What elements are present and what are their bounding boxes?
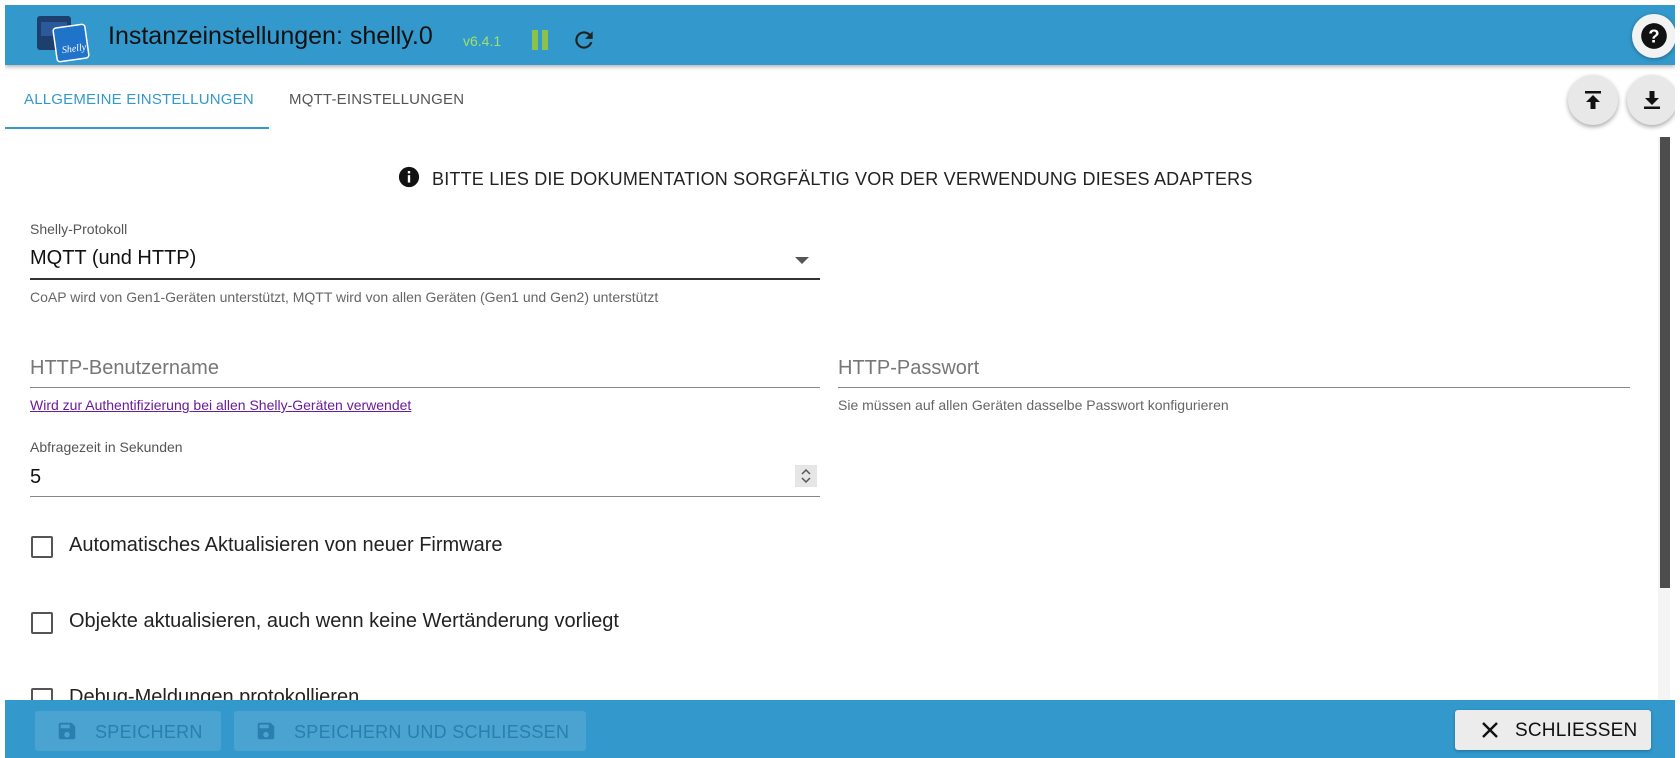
http-username-helper-link[interactable]: Wird zur Authentifizierung bei allen She… bbox=[30, 397, 411, 413]
number-spinner-icon[interactable] bbox=[795, 465, 817, 487]
page-title: Instanzeinstellungen: shelly.0 bbox=[108, 22, 433, 50]
shelly-logo: Shelly bbox=[35, 12, 93, 64]
protocol-helper-text: CoAP wird von Gen1-Geräten unterstützt, … bbox=[30, 289, 659, 305]
upload-icon bbox=[1585, 91, 1601, 109]
protocol-underline bbox=[30, 278, 820, 280]
notice-text: BITTE LIES DIE DOKUMENTATION SORGFÄLTIG … bbox=[432, 169, 1253, 189]
footer-bar: SPEICHERN SPEICHERN UND SCHLIESSEN SCHLI… bbox=[5, 700, 1675, 758]
scrollbar-thumb[interactable] bbox=[1660, 137, 1670, 588]
update-unchanged-label: Objekte aktualisieren, auch wenn keine W… bbox=[69, 610, 619, 632]
settings-form: BITTE LIES DIE DOKUMENTATION SORGFÄLTIG … bbox=[5, 129, 1657, 705]
close-button[interactable]: SCHLIESSEN bbox=[1455, 710, 1651, 750]
svg-text:?: ? bbox=[1648, 25, 1659, 46]
http-password-field[interactable]: HTTP-Passwort bbox=[838, 357, 979, 380]
save-and-close-label: SPEICHERN UND SCHLIESSEN bbox=[294, 722, 570, 742]
help-button[interactable]: ? bbox=[1632, 14, 1675, 58]
protocol-select-value: MQTT (und HTTP) bbox=[30, 247, 197, 269]
http-username-underline bbox=[30, 387, 820, 388]
info-icon bbox=[398, 166, 420, 188]
tab-mqtt-settings[interactable]: MQTT-EINSTELLUNGEN bbox=[289, 91, 464, 108]
auto-firmware-checkbox[interactable] bbox=[31, 536, 53, 558]
poll-interval-underline bbox=[30, 496, 820, 497]
version-label: v6.4.1 bbox=[463, 33, 502, 49]
close-icon bbox=[1482, 722, 1498, 738]
http-username-field[interactable]: HTTP-Benutzername bbox=[30, 357, 219, 380]
close-button-label: SCHLIESSEN bbox=[1515, 720, 1638, 741]
dropdown-arrow-icon bbox=[795, 257, 809, 264]
update-unchanged-checkbox[interactable] bbox=[31, 612, 53, 634]
header-bar: Shelly Instanzeinstellungen: shelly.0 v6… bbox=[5, 5, 1675, 65]
reload-icon[interactable] bbox=[571, 27, 597, 53]
save-button[interactable]: SPEICHERN bbox=[35, 711, 221, 751]
tab-general-settings[interactable]: ALLGEMEINE EINSTELLUNGEN bbox=[24, 91, 254, 108]
poll-interval-label: Abfragezeit in Sekunden bbox=[30, 439, 183, 455]
http-password-underline bbox=[838, 387, 1630, 388]
tab-bar: ALLGEMEINE EINSTELLUNGEN MQTT-EINSTELLUN… bbox=[5, 65, 1675, 129]
upload-button[interactable] bbox=[1568, 75, 1618, 125]
http-password-helper-text: Sie müssen auf allen Geräten dasselbe Pa… bbox=[838, 397, 1229, 413]
save-icon bbox=[58, 722, 76, 740]
auto-firmware-label: Automatisches Aktualisieren von neuer Fi… bbox=[69, 534, 503, 556]
active-tab-indicator bbox=[5, 127, 269, 129]
download-icon bbox=[1644, 91, 1660, 109]
pause-icon[interactable] bbox=[532, 30, 550, 50]
save-icon bbox=[257, 722, 275, 740]
download-button[interactable] bbox=[1627, 75, 1675, 125]
poll-interval-input[interactable]: 5 bbox=[30, 466, 41, 489]
save-button-label: SPEICHERN bbox=[95, 722, 203, 742]
protocol-label: Shelly-Protokoll bbox=[30, 221, 128, 237]
help-icon: ? bbox=[1641, 23, 1667, 49]
settings-window: Shelly Instanzeinstellungen: shelly.0 v6… bbox=[5, 5, 1675, 758]
save-and-close-button[interactable]: SPEICHERN UND SCHLIESSEN bbox=[234, 711, 586, 751]
